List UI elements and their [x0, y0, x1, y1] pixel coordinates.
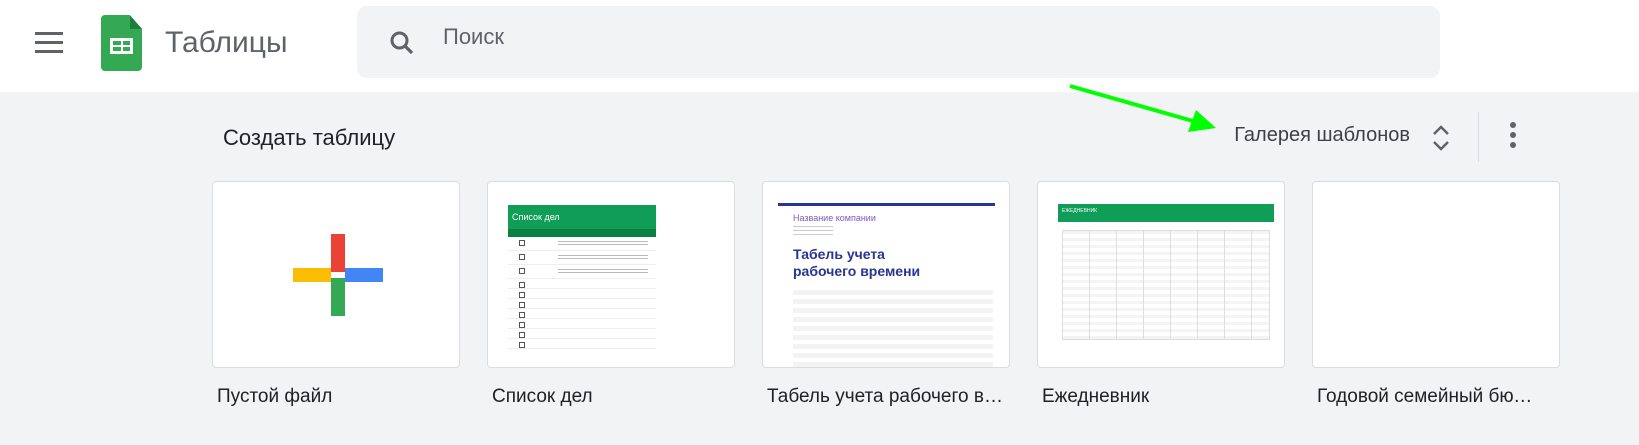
more-options-icon[interactable]	[1505, 122, 1521, 152]
app-header: Таблицы	[0, 0, 1639, 92]
template-label[interactable]: Пустой файл	[217, 386, 477, 408]
template-card-timesheet[interactable]: Название компании Табель учета рабочего …	[762, 181, 1010, 368]
template-card-planner[interactable]: ЕЖЕДНЕВНИК	[1037, 181, 1285, 368]
thumbnail: Список дел	[508, 205, 656, 349]
thumbnail-title: ЕЖЕДНЕВНИК	[1058, 204, 1274, 222]
plus-icon	[293, 234, 383, 316]
main-menu-icon[interactable]	[35, 32, 63, 54]
template-card-family-budget[interactable]	[1312, 181, 1560, 368]
search-input[interactable]	[443, 24, 1343, 50]
thumbnail: ЕЖЕДНЕВНИК	[1058, 204, 1274, 340]
template-label[interactable]: Годовой семейный бюджет	[1317, 386, 1542, 408]
thumbnail-title: Табель учета рабочего времени	[793, 246, 921, 279]
thumbnail: Название компании Табель учета рабочего …	[778, 203, 995, 367]
search-icon[interactable]	[387, 28, 417, 58]
toolbar-divider	[1478, 112, 1479, 162]
search-bar[interactable]	[357, 6, 1440, 78]
template-label[interactable]: Табель учета рабочего времени	[767, 386, 1005, 408]
annotation-arrow-icon	[1069, 84, 1216, 132]
app-title[interactable]: Таблицы	[165, 26, 288, 60]
template-label[interactable]: Список дел	[492, 386, 752, 408]
thumbnail-company: Название компании	[793, 213, 876, 223]
template-card-blank[interactable]	[212, 181, 460, 368]
template-card-todo[interactable]: Список дел	[487, 181, 735, 368]
expand-collapse-icon[interactable]	[1430, 123, 1452, 153]
template-label[interactable]: Ежедневник	[1042, 386, 1302, 408]
thumbnail-title: Список дел	[512, 212, 560, 222]
template-gallery-button[interactable]: Галерея шаблонов	[1234, 124, 1410, 147]
sheets-logo-icon[interactable]	[101, 15, 142, 71]
create-spreadsheet-heading: Создать таблицу	[223, 125, 396, 150]
